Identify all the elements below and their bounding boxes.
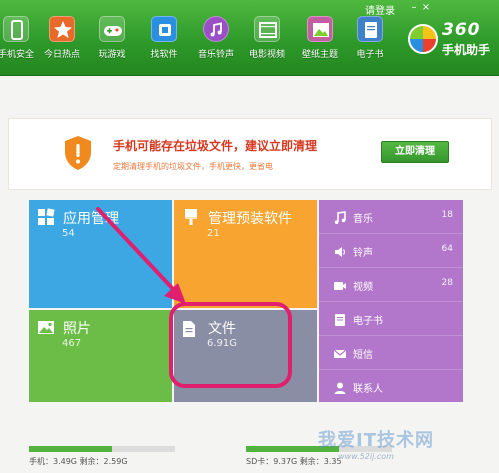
wallpaper-icon <box>307 16 333 42</box>
clean-now-button[interactable]: 立即清理 <box>381 141 449 163</box>
side-item-sms[interactable]: 短信 <box>319 336 463 370</box>
side-item-label: 短信 <box>353 350 373 361</box>
warning-shield-icon <box>63 135 93 171</box>
tile-files[interactable]: 文件 6.91G <box>174 310 317 402</box>
side-item-contacts[interactable]: 联系人 <box>319 370 463 404</box>
tile-title: 照片 <box>63 321 91 337</box>
gamepad-icon <box>99 16 125 42</box>
contact-icon <box>333 380 347 394</box>
tile-title: 管理预装软件 <box>208 211 292 227</box>
top-nav-bar: 请登录 – × 手机安全 今日热点 玩游戏 找软件 音乐铃声 电影视频 壁纸主题… <box>0 0 499 76</box>
nav-music-ringtone[interactable]: 音乐铃声 <box>192 16 240 68</box>
alert-title: 手机可能存在垃圾文件，建议立即清理 <box>113 139 318 153</box>
tile-preinstalled-software[interactable]: 管理预装软件 21 <box>174 200 317 308</box>
tile-count: 6.91G <box>207 338 238 349</box>
tile-count: 467 <box>62 338 82 349</box>
side-item-label: 电子书 <box>353 316 383 327</box>
nav-wallpaper[interactable]: 壁纸主题 <box>296 16 344 68</box>
star-icon <box>49 16 75 42</box>
nav-label: 今日热点 <box>43 50 80 60</box>
sd-storage-text: SD卡：9.37G 剩余：3.35 <box>246 457 342 466</box>
tile-photos[interactable]: 照片 467 <box>29 310 172 402</box>
nav-phone-security[interactable]: 手机安全 <box>0 16 40 68</box>
nav-label: 电影视频 <box>248 50 285 60</box>
book-icon <box>333 312 347 326</box>
photo-icon <box>37 320 55 340</box>
tile-title: 文件 <box>208 321 236 337</box>
phone-storage-fill <box>29 446 113 452</box>
tile-app-management[interactable]: 应用管理 54 <box>29 200 172 308</box>
tile-count: 21 <box>207 228 220 239</box>
side-item-count: 64 <box>441 244 453 254</box>
alert-subtitle: 定期清理手机的垃圾文件，手机更快，更省电 <box>113 162 273 171</box>
side-item-label: 联系人 <box>353 384 383 395</box>
brush-icon <box>182 208 200 230</box>
side-item-music[interactable]: 音乐 18 <box>319 200 463 234</box>
nav-label: 音乐铃声 <box>197 50 234 60</box>
logo: 360 手机助手 <box>408 20 496 60</box>
nav-label: 壁纸主题 <box>301 50 338 60</box>
music-note-icon <box>333 210 347 224</box>
logo-ball-icon <box>408 24 438 54</box>
nav-label: 找软件 <box>150 50 178 60</box>
side-item-ringtone[interactable]: 铃声 64 <box>319 234 463 268</box>
side-item-video[interactable]: 视频 28 <box>319 268 463 302</box>
film-icon <box>254 16 280 42</box>
tile-title: 应用管理 <box>63 211 119 227</box>
logo-text: 手机助手 <box>442 43 491 57</box>
document-icon <box>182 320 196 342</box>
nav-software[interactable]: 找软件 <box>140 16 188 68</box>
phone-storage-text: 手机：3.49G 剩余：2.59G <box>29 457 128 466</box>
phone-storage-bar <box>29 446 175 452</box>
music-icon <box>203 16 229 42</box>
nav-label: 手机安全 <box>0 50 34 60</box>
app-store-icon <box>151 16 177 42</box>
close-icon[interactable]: × <box>420 3 432 13</box>
nav-games[interactable]: 玩游戏 <box>88 16 136 68</box>
minimize-icon[interactable]: – <box>408 3 420 13</box>
side-item-label: 音乐 <box>353 214 373 225</box>
junk-alert-panel: 手机可能存在垃圾文件，建议立即清理 定期清理手机的垃圾文件，手机更快，更省电 立… <box>8 118 492 190</box>
video-icon <box>333 278 347 292</box>
nav-label: 玩游戏 <box>98 50 126 60</box>
nav-movies[interactable]: 电影视频 <box>243 16 291 68</box>
watermark-site: www.52ij.com <box>338 452 394 461</box>
side-item-label: 视频 <box>353 282 373 293</box>
apps-grid-icon <box>37 208 55 230</box>
side-item-count: 18 <box>441 210 453 220</box>
side-item-label: 铃声 <box>353 248 373 259</box>
nav-hot-news[interactable]: 今日热点 <box>38 16 86 68</box>
ebook-icon <box>357 16 383 42</box>
message-icon <box>333 346 347 360</box>
nav-ebook[interactable]: 电子书 <box>346 16 394 68</box>
login-link[interactable]: 请登录 <box>365 2 395 17</box>
phone-security-icon <box>3 16 29 42</box>
nav-label: 电子书 <box>356 50 384 60</box>
tile-count: 54 <box>62 228 75 239</box>
media-side-list: 音乐 18 铃声 64 视频 28 电子书 短信 联系人 <box>319 200 463 402</box>
watermark-text: 我爱IT技术网 <box>318 430 434 451</box>
side-item-ebook[interactable]: 电子书 <box>319 302 463 336</box>
ringtone-icon <box>333 244 347 258</box>
side-item-count: 28 <box>441 278 453 288</box>
logo-number: 360 <box>442 20 481 40</box>
